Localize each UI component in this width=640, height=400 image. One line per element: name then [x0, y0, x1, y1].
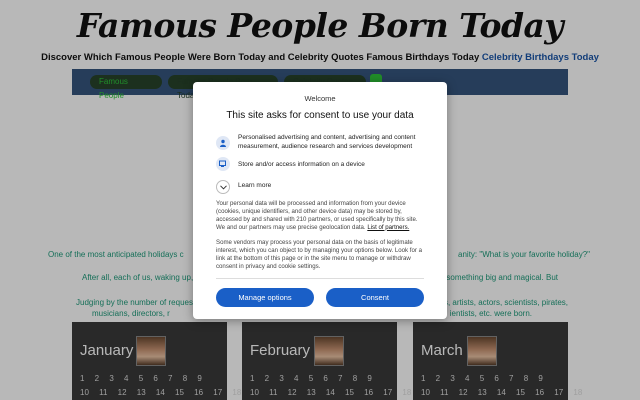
- device-icon: [216, 157, 230, 171]
- dialog-header: Welcome: [304, 94, 336, 103]
- consent-button[interactable]: Consent: [326, 288, 424, 307]
- partners-link[interactable]: List of partners.: [367, 224, 409, 231]
- purpose-text: Personalised advertising and content, ad…: [238, 134, 416, 150]
- purpose-text: Store and/or access information on a dev…: [238, 161, 365, 168]
- learn-more-toggle[interactable]: [216, 180, 230, 194]
- manage-options-button[interactable]: Manage options: [216, 288, 314, 307]
- divider: [216, 278, 424, 279]
- person-icon: [216, 136, 230, 150]
- legitimate-interest-text: Some vendors may process your personal d…: [216, 239, 422, 270]
- dialog-title: This site asks for consent to use your d…: [226, 110, 414, 121]
- dialog-body-text: Your personal data will be processed and…: [216, 200, 426, 232]
- learn-more-label[interactable]: Learn more: [238, 182, 271, 189]
- consent-dialog: Welcome This site asks for consent to us…: [193, 82, 447, 319]
